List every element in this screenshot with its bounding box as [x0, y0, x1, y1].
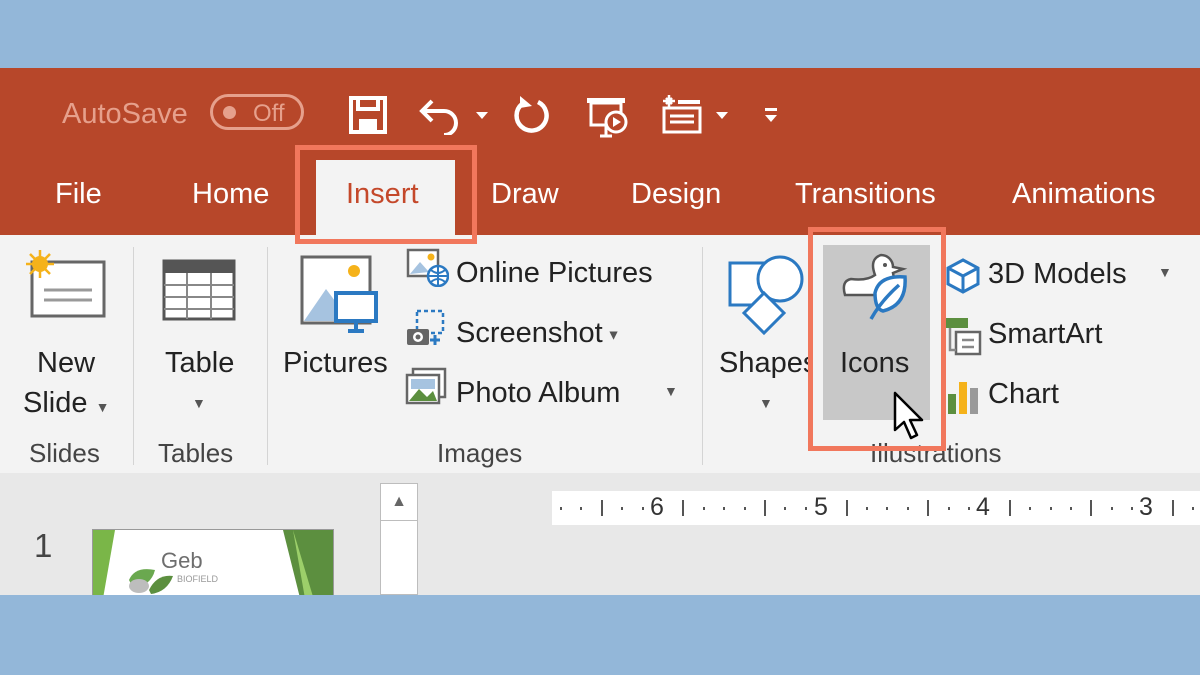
pictures-icon	[300, 255, 378, 333]
3d-models-button[interactable]: 3D Models	[988, 258, 1127, 291]
online-pictures-button[interactable]: Online Pictures	[456, 257, 653, 290]
ruler-tick	[641, 507, 644, 510]
chart-icon	[948, 382, 978, 414]
thumbnail-subtitle: BIOFIELD	[177, 574, 219, 584]
ruler-tick	[743, 507, 746, 510]
chart-button[interactable]: Chart	[988, 378, 1059, 411]
online-pictures-icon	[406, 248, 449, 287]
powerpoint-window: AutoSave Off File Home Insert Draw Desig…	[0, 68, 1200, 595]
new-slide-button-line1[interactable]: New	[37, 347, 95, 380]
ruler-tick	[927, 500, 930, 516]
ruler-tick	[845, 500, 848, 516]
autosave-toggle[interactable]: Off	[210, 94, 304, 130]
ruler-tick	[1110, 507, 1113, 510]
new-slide-button[interactable]: Slide ▼	[23, 387, 109, 420]
ribbon-separator	[267, 247, 268, 465]
save-icon[interactable]	[348, 95, 388, 135]
thumbnail-title: Geb	[161, 548, 203, 573]
ruler-tick	[1070, 507, 1072, 510]
touch-mode-icon[interactable]	[660, 92, 704, 136]
ruler-tick	[1192, 507, 1195, 510]
ruler-tick	[764, 500, 766, 516]
chevron-down-icon: ▼	[759, 395, 773, 411]
redo-icon[interactable]	[512, 94, 552, 134]
ruler-tick	[682, 500, 685, 516]
chevron-down-icon: ▼	[602, 326, 621, 343]
ruler-label: 6	[650, 493, 664, 521]
ribbon-separator	[133, 247, 134, 465]
ruler-tick	[621, 507, 624, 510]
ruler-tick	[600, 500, 603, 516]
group-label-tables: Tables	[158, 438, 234, 468]
photo-album-icon	[405, 367, 447, 405]
scroll-up-arrow-icon[interactable]: ▲	[381, 484, 417, 521]
ruler-tick	[906, 507, 909, 510]
screenshot-button[interactable]: Screenshot ▼	[456, 317, 620, 350]
screenshot-icon	[407, 309, 445, 345]
table-icon	[162, 259, 236, 321]
pictures-button[interactable]: Pictures	[283, 347, 388, 380]
ribbon-separator	[702, 247, 703, 465]
new-slide-label: Slide	[23, 387, 88, 419]
ruler-tick	[886, 507, 889, 510]
photo-album-button[interactable]: Photo Album	[456, 377, 620, 410]
ruler-tick	[1090, 500, 1093, 516]
slide-thumbnail[interactable]: Geb BIOFIELD	[92, 529, 334, 595]
ruler-tick	[580, 507, 583, 510]
new-slide-icon	[26, 250, 106, 318]
screenshot-label: Screenshot	[456, 317, 603, 349]
ruler-tick	[1131, 507, 1134, 510]
undo-dropdown-icon[interactable]	[476, 112, 488, 120]
touch-dropdown-icon[interactable]	[716, 112, 728, 120]
ruler-tick	[702, 507, 705, 510]
present-from-start-icon[interactable]	[584, 94, 632, 138]
slide-number: 1	[34, 527, 53, 564]
insert-tab-highlight	[295, 145, 477, 244]
thumbnail-graphic	[93, 530, 333, 595]
group-label-slides: Slides	[29, 438, 100, 468]
tab-design[interactable]: Design	[631, 178, 721, 211]
tab-transitions[interactable]: Transitions	[795, 178, 936, 211]
shapes-button[interactable]: Shapes	[719, 347, 809, 380]
ruler-tick	[947, 507, 950, 510]
ruler-tick	[723, 507, 726, 510]
chevron-down-icon: ▼	[95, 399, 110, 415]
ruler-tick	[866, 507, 868, 510]
autosave-state: Off	[253, 100, 285, 127]
table-button[interactable]: Table	[165, 347, 234, 380]
ruler-tick	[560, 507, 562, 510]
shapes-icon	[728, 255, 804, 335]
tab-file[interactable]: File	[55, 178, 102, 211]
autosave-label: AutoSave	[62, 98, 188, 130]
smartart-button[interactable]: SmartArt	[988, 318, 1102, 351]
title-bar: AutoSave Off File Home Insert Draw Desig…	[0, 68, 1200, 236]
horizontal-ruler: 6 5 4 3	[552, 491, 1200, 525]
group-label-images: Images	[437, 438, 523, 468]
ruler-tick	[784, 507, 787, 510]
ruler-label: 4	[976, 493, 990, 521]
ruler-label: 5	[814, 493, 828, 521]
3d-models-icon	[946, 258, 980, 294]
toggle-knob	[223, 106, 236, 119]
tab-draw[interactable]: Draw	[491, 178, 559, 211]
ruler-tick	[1172, 500, 1174, 516]
ruler-tick	[968, 507, 970, 510]
chevron-down-icon[interactable]: ▼	[1158, 264, 1172, 280]
ruler-tick	[1008, 500, 1011, 516]
customize-dropdown-icon[interactable]	[764, 108, 778, 124]
ruler-tick	[1029, 507, 1032, 510]
icons-button-highlight	[808, 227, 946, 451]
tab-home[interactable]: Home	[192, 178, 269, 211]
chevron-down-icon[interactable]: ▼	[664, 383, 678, 399]
undo-icon[interactable]	[418, 95, 464, 135]
chevron-down-icon: ▼	[192, 395, 206, 411]
smartart-icon	[944, 318, 982, 356]
slide-panel-scrollbar[interactable]: ▲	[380, 483, 418, 595]
tab-animations[interactable]: Animations	[1012, 178, 1155, 211]
ruler-tick	[804, 507, 807, 510]
workspace: 1 Geb BIOFIELD ▲ 6 5 4 3	[0, 473, 1200, 595]
ruler-label: 3	[1139, 493, 1153, 521]
ruler-tick	[1049, 507, 1052, 510]
